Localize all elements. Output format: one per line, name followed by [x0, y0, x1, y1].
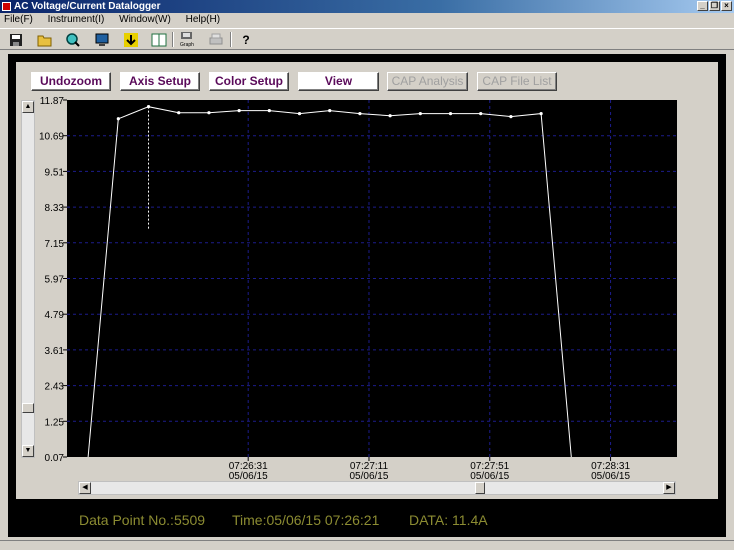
color-setup-button[interactable]: Color Setup [209, 72, 289, 91]
toolbar: Graph ? [0, 28, 734, 50]
window-bottom-edge [0, 540, 734, 550]
scroll-left-arrow-icon[interactable]: ◀ [79, 482, 91, 494]
help-icon[interactable]: ? [237, 31, 255, 48]
cap-file-list-button: CAP File List [477, 72, 557, 91]
menu-window[interactable]: Window(W) [119, 14, 171, 25]
scroll-right-arrow-icon[interactable]: ▶ [663, 482, 675, 494]
menu-file[interactable]: File(F) [4, 14, 33, 25]
axis-setup-button[interactable]: Axis Setup [120, 72, 200, 91]
cap-analysis-button: CAP Analysis [387, 72, 468, 91]
time-readout: Time:05/06/15 07:26:21 [232, 512, 380, 528]
save-icon[interactable] [7, 31, 25, 48]
download-arrow-icon[interactable] [122, 31, 140, 48]
print-icon [207, 31, 225, 48]
scroll-down-arrow-icon[interactable]: ▼ [22, 445, 34, 457]
undozoom-button[interactable]: Undozoom [31, 72, 111, 91]
graph-button[interactable]: Graph [178, 31, 196, 48]
window-controls: _ ❐ × [697, 1, 732, 11]
data-readout: DATA: 11.4A [409, 512, 488, 528]
vertical-scroll-thumb[interactable] [22, 403, 34, 413]
graph-panel [16, 62, 718, 499]
split-view-icon[interactable] [150, 31, 168, 48]
search-icon[interactable] [64, 31, 82, 48]
menu-instrument[interactable]: Instrument(I) [48, 14, 105, 25]
horizontal-scroll-thumb[interactable] [475, 482, 485, 494]
data-point-readout: Data Point No.:5509 [79, 512, 206, 528]
title-bar: AC Voltage/Current Datalogger _ ❐ × [0, 0, 734, 13]
close-icon[interactable]: × [721, 1, 732, 11]
menu-help[interactable]: Help(H) [186, 14, 220, 25]
vertical-scrollbar[interactable]: ▲ ▼ [21, 100, 35, 458]
scroll-up-arrow-icon[interactable]: ▲ [22, 101, 34, 113]
restore-icon[interactable]: ❐ [709, 1, 720, 11]
open-folder-icon[interactable] [36, 31, 54, 48]
horizontal-scrollbar[interactable]: ◀ ▶ [78, 481, 676, 495]
graph-label: Graph [180, 42, 194, 48]
menu-bar: File(F) Instrument(I) Window(W) Help(H) [0, 13, 734, 27]
view-button[interactable]: View [298, 72, 379, 91]
app-icon [2, 2, 11, 11]
monitor-icon[interactable] [93, 31, 111, 48]
window-title: AC Voltage/Current Datalogger [14, 1, 161, 12]
minimize-icon[interactable]: _ [697, 1, 708, 11]
